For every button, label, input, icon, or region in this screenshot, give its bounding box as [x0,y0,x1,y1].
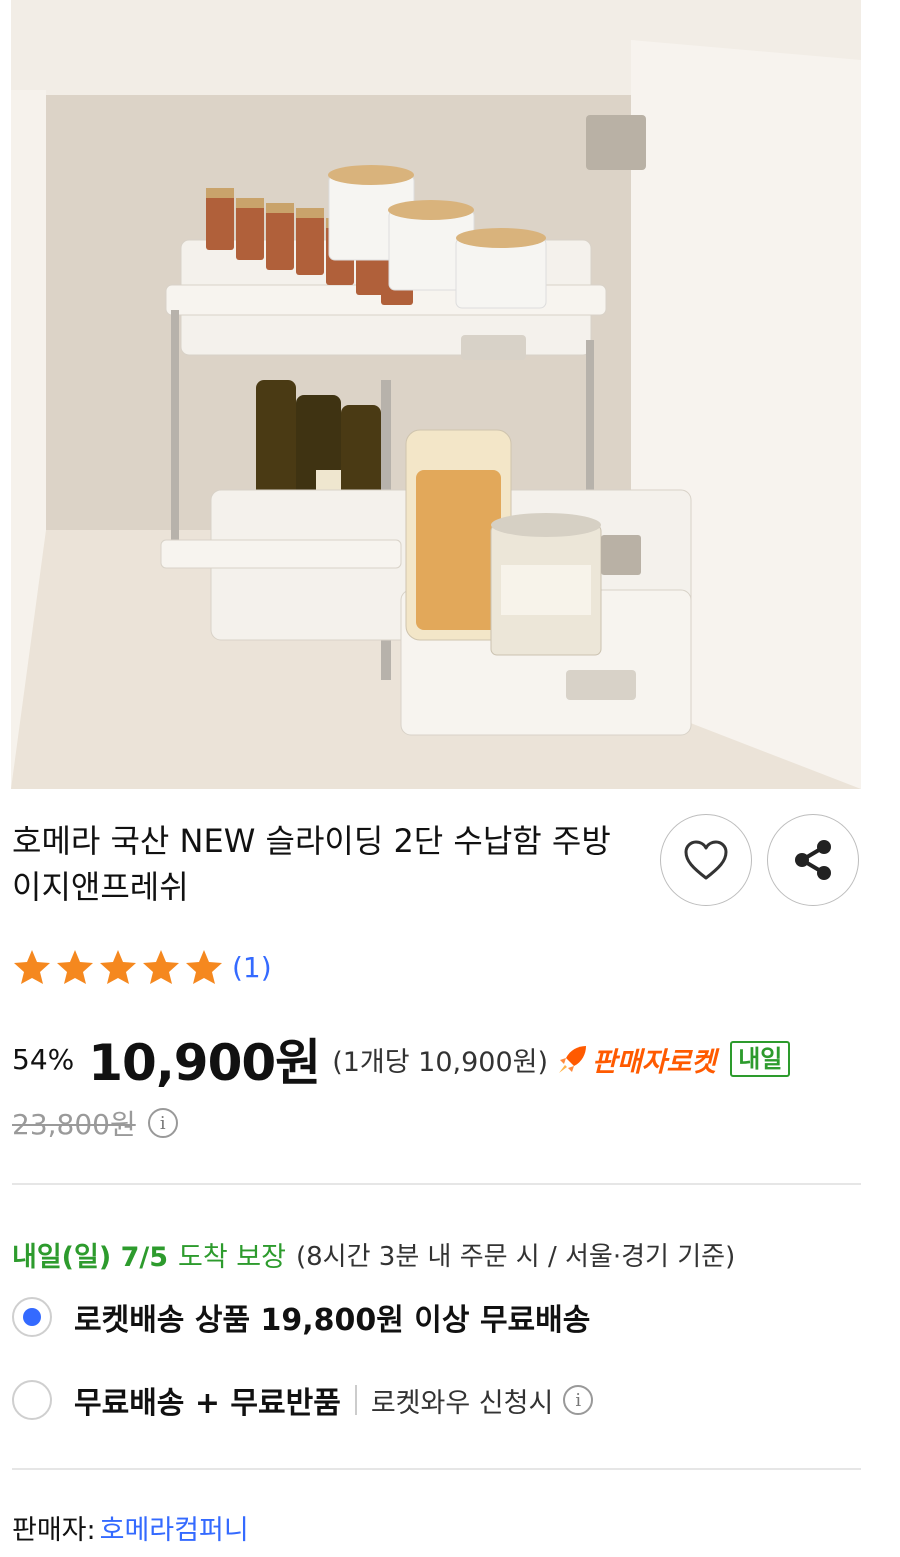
wishlist-button[interactable] [660,814,752,906]
share-icon [795,840,831,880]
divider [12,1183,861,1185]
product-title: 호메라 국산 NEW 슬라이딩 2단 수납함 주방 이지앤프레쉬 [12,822,611,906]
tomorrow-badge: 내일 [730,1041,791,1077]
discount-rate: 54% [12,1042,75,1076]
star-rating [12,948,224,986]
rating[interactable]: (1) [12,945,272,989]
shipping-option-rocket[interactable]: 로켓배송 상품 19,800원 이상 무료배송 [12,1294,590,1340]
rocket-icon [559,1046,587,1073]
star-icon [57,950,93,984]
sale-price: 10,900원 [88,1034,321,1092]
star-icon [143,950,179,984]
heart-outline-icon [684,840,728,880]
star-icon [14,950,50,984]
price-row: 54% 10,900원 (1개당 10,900원) 판매자로켓 내일 [12,1024,791,1094]
option-label: 무료배송 + 무료반품 [74,1386,341,1421]
option-sub: 로켓와우 신청시 [370,1387,554,1419]
arrival-date: 내일(일) 7/5 [12,1241,169,1273]
cabinet-organizer-illustration [11,0,861,789]
original-price: 23,800원 [12,1108,136,1141]
radio-selected[interactable] [12,1297,52,1337]
arrival-note: (8시간 3분 내 주문 시 / 서울·경기 기준) [296,1241,736,1272]
option-separator [354,1385,357,1415]
option-label: 로켓배송 상품 19,800원 이상 무료배송 [74,1303,591,1338]
review-count[interactable]: (1) [232,951,272,984]
arrival-info: 내일(일) 7/5 도착 보장 (8시간 3분 내 주문 시 / 서울·경기 기… [12,1232,735,1276]
radio-dot [23,1308,41,1326]
unit-price: (1개당 10,900원) [332,1046,549,1078]
seller-name-link[interactable]: 호메라컴퍼니 [100,1508,249,1547]
seller-label: 판매자: [12,1514,96,1546]
rocket-badge: 판매자로켓 [556,1040,716,1079]
shipping-option-free-return[interactable]: 무료배송 + 무료반품 로켓와우 신청시 i [12,1377,594,1423]
seller-info: 판매자: 호메라컴퍼니 [12,1505,249,1549]
radio-unselected[interactable] [12,1380,52,1420]
info-icon[interactable]: i [147,1108,178,1138]
product-image[interactable] [11,0,861,789]
star-icon [186,950,222,984]
arrival-guarantee: 도착 보장 [178,1241,286,1273]
info-icon[interactable]: i [563,1385,594,1415]
divider [12,1468,861,1470]
original-price-row: 23,800원 i [12,1100,178,1146]
share-button[interactable] [767,814,859,906]
rocket-label: 판매자로켓 [592,1046,717,1078]
star-icon [100,950,136,984]
